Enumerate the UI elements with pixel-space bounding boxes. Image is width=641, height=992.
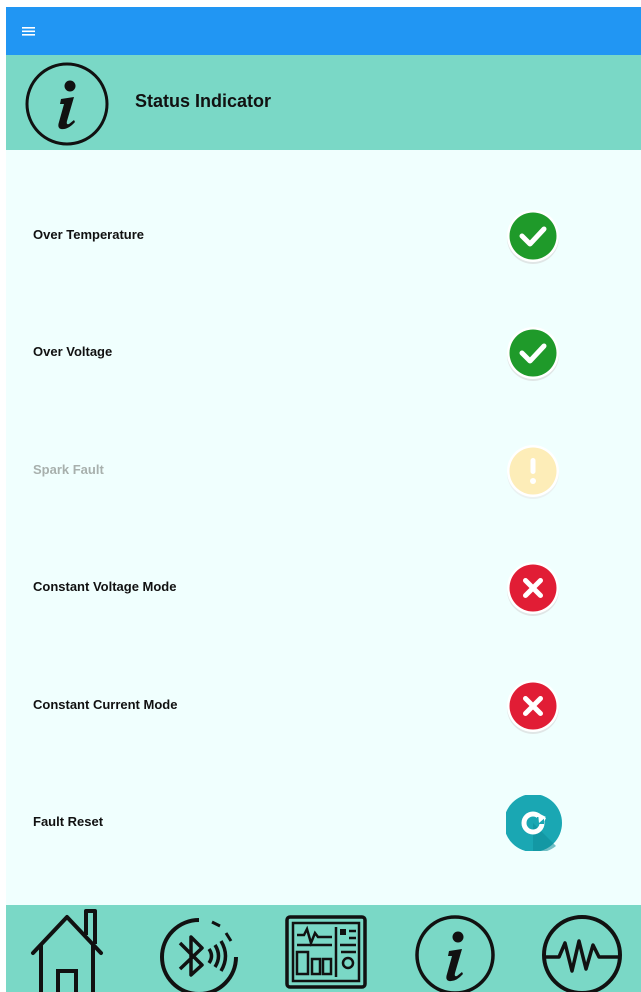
page-title: Status Indicator [135,91,272,111]
app-bar [6,7,641,55]
home-icon[interactable] [26,905,108,992]
status-row-spark-fault: Spark Fault [6,441,641,501]
status-row-over-temperature: Over Temperature [6,206,641,266]
dashboard-icon[interactable] [282,905,370,992]
waveform-icon[interactable] [537,905,627,992]
bluetooth-icon[interactable] [154,905,244,992]
bottom-nav [6,905,641,992]
status-label: Spark Fault [33,462,104,477]
status-row-fault-reset: Fault Reset [6,793,641,853]
refresh-icon[interactable] [504,794,562,853]
status-label: Constant Voltage Mode [33,579,177,594]
hamburger-menu-icon[interactable] [20,22,40,40]
cross-icon [506,678,562,734]
status-label: Constant Current Mode [33,697,178,712]
app-window: Status Indicator Over Temperature Over V… [6,7,641,992]
check-icon [506,208,562,264]
status-row-constant-current-mode: Constant Current Mode [6,676,641,736]
status-row-over-voltage: Over Voltage [6,323,641,383]
info-icon[interactable] [412,905,498,992]
info-icon [24,61,110,152]
exclamation-icon [506,443,562,499]
status-label: Over Temperature [33,227,145,242]
check-icon [506,325,562,381]
status-label: Over Voltage [33,344,113,359]
status-label: Fault Reset [33,814,104,829]
cross-icon [506,560,562,616]
page-header: Status Indicator [6,55,641,150]
status-row-constant-voltage-mode: Constant Voltage Mode [6,558,641,618]
